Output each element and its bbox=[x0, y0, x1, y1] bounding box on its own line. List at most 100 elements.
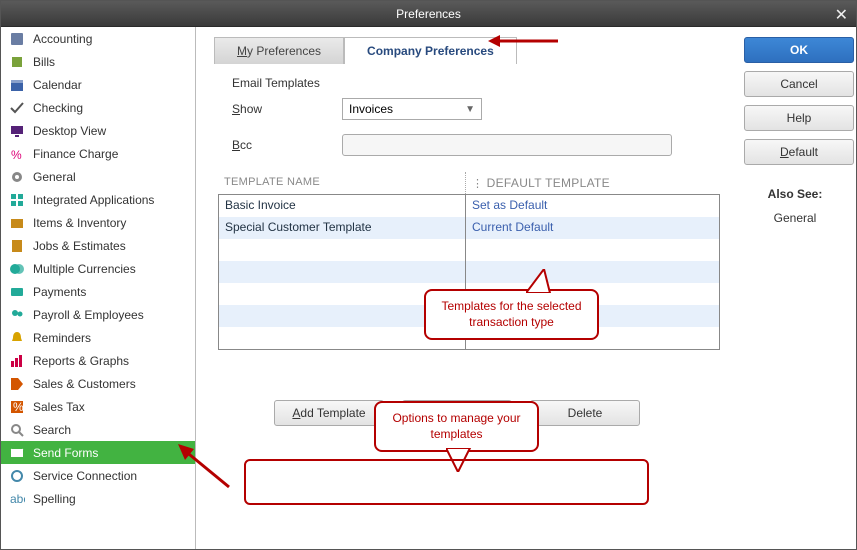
also-see-link-general[interactable]: General bbox=[744, 211, 846, 225]
sidebar-item-label: Calendar bbox=[33, 78, 82, 92]
add-template-button[interactable]: Add Template bbox=[274, 400, 384, 426]
preferences-window: Preferences ✕ Accounting Bills Calendar Che… bbox=[0, 0, 857, 550]
column-default-template: ⋮ DEFAULT TEMPLATE bbox=[465, 172, 681, 194]
chart-icon bbox=[7, 353, 27, 369]
default-template-cell[interactable]: Set as Default bbox=[466, 195, 682, 217]
table-row[interactable]: Basic InvoiceSet as Default bbox=[219, 195, 719, 217]
show-dropdown[interactable]: Invoices ▼ bbox=[342, 98, 482, 120]
table-row[interactable]: Special Customer TemplateCurrent Default bbox=[219, 217, 719, 239]
book-icon bbox=[7, 31, 27, 47]
ok-button[interactable]: OK bbox=[744, 37, 854, 63]
sidebar-item-items-inventory[interactable]: Items & Inventory bbox=[1, 211, 195, 234]
template-name-cell bbox=[219, 239, 466, 261]
sidebar-item-payments[interactable]: Payments bbox=[1, 280, 195, 303]
apps-icon bbox=[7, 192, 27, 208]
sidebar-item-label: Sales & Customers bbox=[33, 377, 136, 391]
tab-company-preferences[interactable]: Company Preferences bbox=[344, 37, 517, 64]
sidebar-item-bills[interactable]: Bills bbox=[1, 50, 195, 73]
sidebar-item-label: Service Connection bbox=[33, 469, 137, 483]
table-row bbox=[219, 261, 719, 283]
sidebar-item-integrated-applications[interactable]: Integrated Applications bbox=[1, 188, 195, 211]
bcc-input[interactable] bbox=[342, 134, 672, 156]
sidebar-item-label: Reminders bbox=[33, 331, 91, 345]
svg-text:%: % bbox=[11, 148, 22, 162]
sidebar-item-calendar[interactable]: Calendar bbox=[1, 73, 195, 96]
main-panel: My Preferences Company Preferences Email… bbox=[196, 27, 734, 549]
sidebar-item-label: Search bbox=[33, 423, 71, 437]
annotation-box-buttons bbox=[244, 459, 649, 505]
default-button[interactable]: Default bbox=[744, 139, 854, 165]
show-label: Show bbox=[232, 102, 342, 116]
sidebar-item-sales-tax[interactable]: % Sales Tax bbox=[1, 395, 195, 418]
delete-template-button[interactable]: Delete bbox=[530, 400, 640, 426]
tab-strip: My Preferences Company Preferences bbox=[214, 37, 720, 64]
tab-my-preferences[interactable]: My Preferences bbox=[214, 37, 344, 64]
sidebar-item-finance-charge[interactable]: % Finance Charge bbox=[1, 142, 195, 165]
right-panel: OK Cancel Help Default Also See: General bbox=[734, 27, 856, 549]
mail-icon bbox=[7, 445, 27, 461]
bill-icon bbox=[7, 54, 27, 70]
sidebar-item-checking[interactable]: Checking bbox=[1, 96, 195, 119]
bcc-label: Bcc bbox=[232, 138, 342, 152]
sidebar-item-label: Desktop View bbox=[33, 124, 106, 138]
sidebar-item-label: General bbox=[33, 170, 76, 184]
sidebar-item-label: Jobs & Estimates bbox=[33, 239, 126, 253]
percent-icon: % bbox=[7, 146, 27, 162]
sidebar-item-spelling[interactable]: abc Spelling bbox=[1, 487, 195, 510]
sidebar[interactable]: Accounting Bills Calendar Checking Desktop V… bbox=[1, 27, 196, 549]
gear-icon bbox=[7, 169, 27, 185]
default-template-cell bbox=[466, 261, 682, 283]
sidebar-item-label: Accounting bbox=[33, 32, 92, 46]
sidebar-item-label: Integrated Applications bbox=[33, 193, 154, 207]
show-dropdown-value: Invoices bbox=[349, 102, 393, 116]
people-icon bbox=[7, 307, 27, 323]
sidebar-item-send-forms[interactable]: Send Forms bbox=[1, 441, 195, 464]
chevron-down-icon: ▼ bbox=[465, 104, 475, 115]
cancel-button[interactable]: Cancel bbox=[744, 71, 854, 97]
template-name-cell: Special Customer Template bbox=[219, 217, 466, 239]
desktop-icon bbox=[7, 123, 27, 139]
sidebar-item-label: Multiple Currencies bbox=[33, 262, 136, 276]
sidebar-item-label: Spelling bbox=[33, 492, 76, 506]
card-icon bbox=[7, 284, 27, 300]
sidebar-item-reports-graphs[interactable]: Reports & Graphs bbox=[1, 349, 195, 372]
tag-icon bbox=[7, 376, 27, 392]
clipboard-icon bbox=[7, 238, 27, 254]
email-templates-heading: Email Templates bbox=[232, 76, 720, 90]
sidebar-item-label: Reports & Graphs bbox=[33, 354, 129, 368]
close-icon[interactable]: ✕ bbox=[835, 5, 848, 25]
link-icon bbox=[7, 468, 27, 484]
template-name-cell: Basic Invoice bbox=[219, 195, 466, 217]
sidebar-item-general[interactable]: General bbox=[1, 165, 195, 188]
sidebar-item-label: Finance Charge bbox=[33, 147, 118, 161]
tax-icon: % bbox=[7, 399, 27, 415]
help-button[interactable]: Help bbox=[744, 105, 854, 131]
sidebar-item-accounting[interactable]: Accounting bbox=[1, 27, 195, 50]
box-icon bbox=[7, 215, 27, 231]
bell-icon bbox=[7, 330, 27, 346]
titlebar: Preferences ✕ bbox=[1, 1, 856, 27]
sidebar-item-label: Send Forms bbox=[33, 446, 98, 460]
sidebar-item-multiple-currencies[interactable]: Multiple Currencies bbox=[1, 257, 195, 280]
sidebar-item-payroll-employees[interactable]: Payroll & Employees bbox=[1, 303, 195, 326]
svg-text:abc: abc bbox=[10, 492, 25, 506]
calendar-icon bbox=[7, 77, 27, 93]
sidebar-item-label: Items & Inventory bbox=[33, 216, 126, 230]
table-row bbox=[219, 239, 719, 261]
sidebar-item-service-connection[interactable]: Service Connection bbox=[1, 464, 195, 487]
sidebar-item-sales-customers[interactable]: Sales & Customers bbox=[1, 372, 195, 395]
sidebar-item-label: Payroll & Employees bbox=[33, 308, 144, 322]
also-see-heading: Also See: bbox=[744, 187, 846, 201]
sidebar-item-jobs-estimates[interactable]: Jobs & Estimates bbox=[1, 234, 195, 257]
sidebar-item-search[interactable]: Search bbox=[1, 418, 195, 441]
template-table-header: TEMPLATE NAME ⋮ DEFAULT TEMPLATE bbox=[218, 172, 720, 194]
default-template-cell[interactable]: Current Default bbox=[466, 217, 682, 239]
sidebar-item-desktop-view[interactable]: Desktop View bbox=[1, 119, 195, 142]
sidebar-item-label: Sales Tax bbox=[33, 400, 85, 414]
window-title: Preferences bbox=[396, 7, 461, 21]
sidebar-item-label: Checking bbox=[33, 101, 83, 115]
search-icon bbox=[7, 422, 27, 438]
sidebar-item-reminders[interactable]: Reminders bbox=[1, 326, 195, 349]
callout-options: Options to manage your templates bbox=[374, 401, 539, 452]
template-name-cell bbox=[219, 261, 466, 283]
